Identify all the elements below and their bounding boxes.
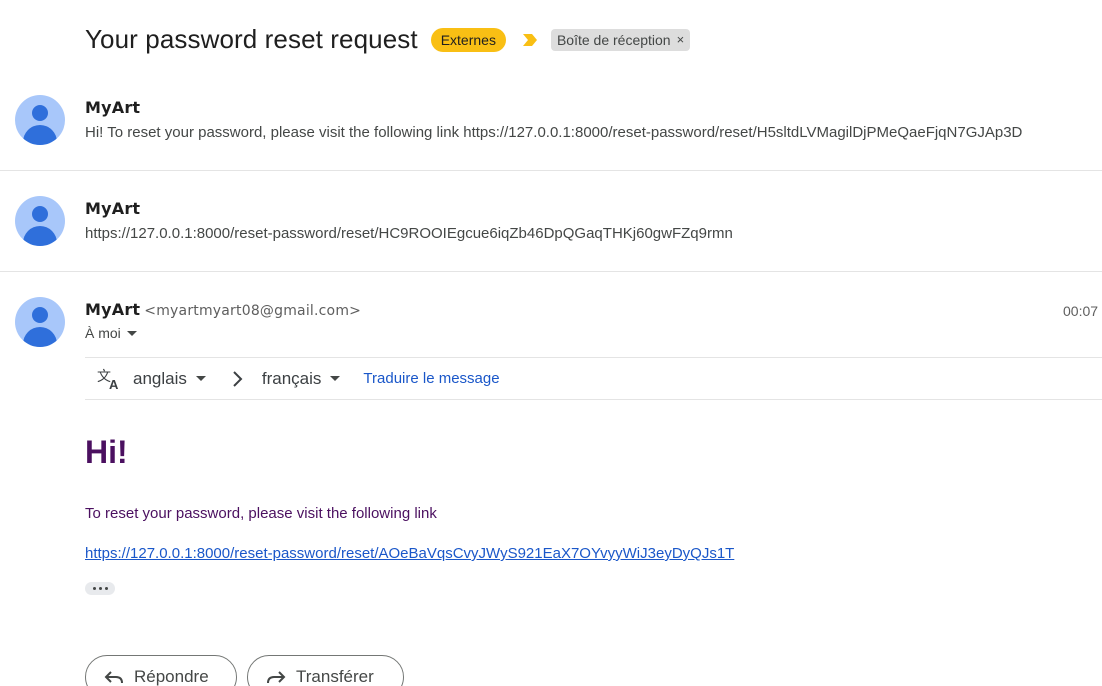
open-message-sender[interactable]: MyArt <myartmyart08@gmail.com> [85, 300, 361, 319]
forward-button[interactable]: Transférer [247, 655, 404, 686]
label-inbox[interactable]: Boîte de réception × [550, 28, 691, 51]
source-language-label: anglais [133, 368, 187, 388]
translate-message-link[interactable]: Traduire le message [363, 370, 499, 387]
reply-label: Répondre [134, 667, 209, 686]
divider [0, 170, 1102, 171]
subject-header: Your password reset request Externes Boî… [85, 24, 691, 55]
forward-icon [267, 671, 286, 684]
translate-bar: 文 A anglais français Traduire le message [85, 357, 1102, 400]
chevron-down-icon [126, 330, 137, 336]
email-body-heading: Hi! [85, 434, 128, 470]
reply-icon [104, 671, 123, 684]
translate-icon: 文 A [97, 369, 119, 390]
sender-name: MyArt [85, 300, 141, 319]
recipient-label: À moi [85, 325, 121, 341]
thread-subject: Your password reset request [85, 24, 418, 54]
target-language-select[interactable]: français [262, 369, 341, 389]
label-externes[interactable]: Externes [430, 27, 506, 52]
message-time: 00:07 [1063, 303, 1099, 319]
important-marker-icon[interactable] [522, 33, 538, 47]
svg-text:A: A [109, 377, 119, 390]
sender-email: <myartmyart08@gmail.com> [144, 303, 362, 319]
remove-label-icon[interactable]: × [677, 31, 685, 49]
forward-label: Transférer [296, 667, 374, 686]
message-sender: MyArt [85, 199, 141, 218]
reset-password-link[interactable]: https://127.0.0.1:8000/reset-password/re… [85, 545, 734, 562]
message-snippet: Hi! To reset your password, please visit… [85, 124, 1023, 141]
source-language-select[interactable]: anglais [133, 369, 206, 389]
email-thread-view: Your password reset request Externes Boî… [0, 0, 1102, 686]
chevron-down-icon [195, 376, 206, 381]
avatar [15, 196, 65, 246]
avatar [15, 297, 65, 347]
avatar [15, 95, 65, 145]
recipient-dropdown[interactable]: À moi [85, 325, 137, 341]
chevron-down-icon [330, 376, 341, 381]
label-inbox-text: Boîte de réception [556, 31, 671, 48]
chevron-right-icon [233, 370, 243, 387]
target-language-label: français [261, 368, 322, 388]
message-snippet: https://127.0.0.1:8000/reset-password/re… [85, 225, 733, 242]
message-sender: MyArt [85, 98, 141, 117]
show-trimmed-content-button[interactable] [85, 582, 115, 595]
reply-button[interactable]: Répondre [85, 655, 237, 686]
email-body-text: To reset your password, please visit the… [85, 505, 437, 522]
divider [0, 271, 1102, 272]
